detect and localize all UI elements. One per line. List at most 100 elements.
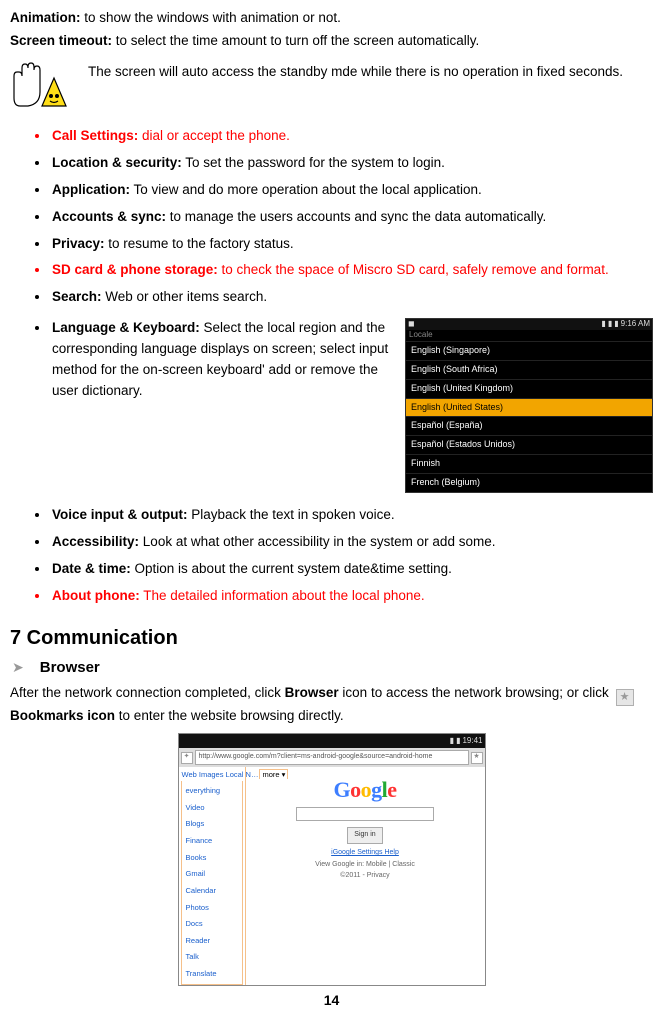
list-item: Accounts & sync: to manage the users acc… — [50, 207, 653, 228]
screen-timeout-text: to select the time amount to turn off th… — [112, 33, 479, 48]
browser-menu-item[interactable]: Translate — [182, 966, 242, 983]
item-label: Date & time: — [52, 561, 131, 576]
locale-header: Locale — [406, 330, 652, 342]
communication-heading: 7 Communication — [10, 623, 653, 654]
screen-timeout-line: Screen timeout: to select the time amoun… — [10, 31, 653, 52]
screen-timeout-label: Screen timeout: — [10, 33, 112, 48]
locale-option[interactable]: English (United States) — [406, 399, 652, 418]
language-keyboard-label: Language & Keyboard: — [52, 320, 200, 335]
animation-label: Animation: — [10, 10, 81, 25]
list-item: SD card & phone storage: to check the sp… — [50, 260, 653, 281]
item-text: to check the space of Miscro SD card, sa… — [218, 262, 609, 277]
item-label: Search: — [52, 289, 102, 304]
page-number: 14 — [10, 990, 653, 1012]
item-text: Look at what other accessibility in the … — [139, 534, 495, 549]
browser-tabs: Web Images Local N…more ▾ — [179, 767, 245, 781]
browser-menu-item[interactable]: Gmail — [182, 866, 242, 883]
google-links[interactable]: iGoogle Settings Help — [331, 848, 399, 859]
list-item: Location & security: To set the password… — [50, 153, 653, 174]
standby-note: The screen will auto access the standby … — [10, 62, 653, 112]
locale-option[interactable]: Español (España) — [406, 417, 652, 436]
signal-icon: ▮ — [601, 320, 605, 329]
locale-screenshot: ◼ ▮ ▮ ▮ 9:16 AM Locale English (Singapor… — [405, 318, 653, 493]
locale-option[interactable]: French (Belgium) — [406, 474, 652, 492]
item-label: Privacy: — [52, 236, 105, 251]
locale-option[interactable]: Español (Estados Unidos) — [406, 436, 652, 455]
star-icon: ★ — [620, 692, 630, 703]
browser-url-field[interactable]: http://www.google.com/m?client=ms-androi… — [195, 750, 469, 765]
animation-line: Animation: to show the windows with anim… — [10, 8, 653, 29]
tabs-pre[interactable]: Web Images Local N… — [182, 770, 259, 779]
battery-icon: ▮ — [614, 320, 618, 329]
browser-para-post: to enter the website browsing directly. — [115, 708, 344, 723]
status-left-icon: ◼ — [408, 320, 415, 329]
list-item: Call Settings: dial or accept the phone. — [50, 126, 653, 147]
browser-paragraph: After the network connection completed, … — [10, 683, 653, 727]
browser-menu-item[interactable]: Talk — [182, 949, 242, 966]
locale-statusbar: ◼ ▮ ▮ ▮ 9:16 AM — [406, 319, 652, 330]
google-logo: Google — [333, 779, 396, 801]
tabs-more[interactable]: more ▾ — [259, 769, 288, 779]
wifi-icon: ▮ — [608, 320, 612, 329]
browser-menu-item[interactable]: Books — [182, 849, 242, 866]
browser-menu-item[interactable]: Blogs — [182, 816, 242, 833]
animation-text: to show the windows with animation or no… — [81, 10, 341, 25]
google-mobile-line: View Google in: Mobile | Classic — [315, 860, 415, 871]
battery-icon: ▮ — [456, 735, 460, 747]
list-item: Application: To view and do more operati… — [50, 180, 653, 201]
browser-menu-item[interactable]: Reader — [182, 932, 242, 949]
signin-button[interactable]: Sign in — [347, 827, 382, 844]
browser-menu-item[interactable]: Docs — [182, 916, 242, 933]
item-text: Playback the text in spoken voice. — [187, 507, 394, 522]
locale-option[interactable]: English (South Africa) — [406, 361, 652, 380]
item-text: dial or accept the phone. — [138, 128, 290, 143]
browser-status-time: 19:41 — [462, 735, 482, 747]
browser-screenshot: ▮ ▮ 19:41 ✦ http://www.google.com/m?clie… — [178, 733, 486, 986]
item-text: to resume to the factory status. — [105, 236, 294, 251]
browser-subheading-row: ➤ Browser — [10, 656, 653, 679]
arrow-bullet-icon: ➤ — [12, 657, 24, 679]
item-label: Application: — [52, 182, 130, 197]
list-item: Date & time: Option is about the current… — [50, 559, 653, 580]
browser-para-pre: After the network connection completed, … — [10, 685, 285, 700]
item-label: Voice input & output: — [52, 507, 187, 522]
language-keyboard-item: Language & Keyboard: Select the local re… — [50, 318, 395, 402]
item-text: To set the password for the system to lo… — [182, 155, 445, 170]
browser-side-menu: Web Images Local N…more ▾ everythingVide… — [179, 767, 246, 985]
locale-option[interactable]: English (United Kingdom) — [406, 380, 652, 399]
settings-list-1: Call Settings: dial or accept the phone.… — [10, 126, 653, 308]
browser-para-mid: icon to access the network browsing; or … — [339, 685, 613, 700]
item-label: Call Settings: — [52, 128, 138, 143]
browser-word: Browser — [285, 685, 339, 700]
item-text: To view and do more operation about the … — [130, 182, 482, 197]
browser-menu-item[interactable]: Finance — [182, 833, 242, 850]
browser-menu-item[interactable]: everything — [182, 783, 242, 800]
favicon-icon: ✦ — [181, 752, 193, 764]
list-item: Search: Web or other items search. — [50, 287, 653, 308]
list-item: Privacy: to resume to the factory status… — [50, 234, 653, 255]
browser-menu-item[interactable]: Video — [182, 799, 242, 816]
settings-list-2: Voice input & output: Playback the text … — [10, 505, 653, 607]
bookmarks-icon-label: Bookmarks icon — [10, 708, 115, 723]
browser-menu-item[interactable]: Photos — [182, 899, 242, 916]
item-text: to manage the users accounts and sync th… — [166, 209, 546, 224]
google-copyright: ©2011 - Privacy — [340, 871, 389, 882]
locale-option[interactable]: Finnish — [406, 455, 652, 474]
bookmarks-icon: ★ — [616, 689, 634, 706]
item-text: The detailed information about the local… — [140, 588, 425, 603]
browser-statusbar: ▮ ▮ 19:41 — [179, 734, 485, 748]
locale-option[interactable]: English (Singapore) — [406, 342, 652, 361]
item-text: Web or other items search. — [102, 289, 268, 304]
browser-menu-item[interactable]: Calendar — [182, 882, 242, 899]
browser-main: Google Sign in iGoogle Settings Help Vie… — [246, 767, 485, 985]
google-search-input[interactable] — [296, 807, 434, 821]
item-text: Option is about the current system date&… — [131, 561, 452, 576]
list-item: Accessibility: Look at what other access… — [50, 532, 653, 553]
list-item: Voice input & output: Playback the text … — [50, 505, 653, 526]
item-label: Accounts & sync: — [52, 209, 166, 224]
bookmarks-button-icon[interactable]: ★ — [471, 752, 483, 764]
item-label: About phone: — [52, 588, 140, 603]
standby-note-text: The screen will auto access the standby … — [88, 62, 653, 83]
list-item: About phone: The detailed information ab… — [50, 586, 653, 607]
language-keyboard-row: Language & Keyboard: Select the local re… — [10, 318, 653, 493]
